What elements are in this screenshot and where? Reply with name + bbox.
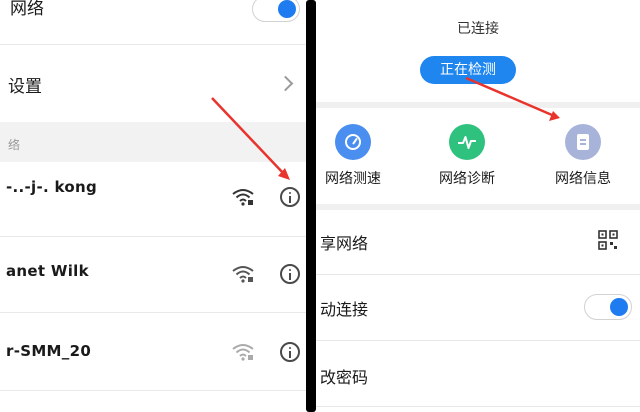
section-label: 络 (8, 138, 21, 152)
connection-status: 已连接 (457, 21, 499, 37)
screenshot-divider (306, 0, 316, 412)
network-info-button[interactable]: 网络信息 (538, 124, 628, 188)
settings-label: 设置 (8, 77, 42, 97)
share-network-label: 享网络 (320, 234, 369, 253)
toggle-knob (610, 298, 628, 316)
network-ssid: anet Wilk (6, 262, 89, 280)
divider-line (0, 390, 310, 391)
qr-code-icon[interactable] (598, 230, 618, 250)
wifi-settings-panel: 网络 设置 络 -..-j-. kong anet Wilk r-SMM_20 (0, 0, 310, 412)
wifi-locked-icon (232, 344, 254, 361)
wifi-locked-icon (232, 189, 254, 206)
divider-line (0, 44, 310, 45)
info-icon[interactable] (280, 187, 300, 207)
divider-line (316, 340, 640, 341)
network-ssid: -..-j-. kong (6, 178, 98, 196)
wlan-toggle[interactable] (252, 0, 300, 22)
speedometer-icon (335, 124, 371, 160)
diagnosis-button[interactable]: 网络诊断 (422, 124, 512, 188)
available-networks-header (0, 122, 310, 162)
speed-test-button[interactable]: 网络测速 (316, 124, 398, 188)
info-icon[interactable] (280, 264, 300, 284)
detecting-button[interactable]: 正在检测 (420, 56, 516, 84)
network-toggle-label: 网络 (10, 0, 44, 19)
toggle-knob (278, 0, 296, 18)
wifi-locked-icon (232, 266, 254, 283)
network-ssid: r-SMM_20 (6, 342, 92, 360)
diagnosis-label: 网络诊断 (439, 171, 495, 187)
info-icon[interactable] (280, 342, 300, 362)
network-info-label: 网络信息 (555, 171, 611, 187)
speed-test-label: 网络测速 (325, 171, 381, 187)
section-divider (316, 204, 640, 210)
divider-line (316, 274, 640, 275)
pulse-icon (449, 124, 485, 160)
chevron-right-icon (277, 75, 294, 92)
divider-line (0, 236, 310, 237)
network-detail-panel: 已连接 正在检测 网络测速 网络诊断 网络信息 享网络 动连接 改密码 (316, 0, 640, 412)
auto-connect-label: 动连接 (320, 300, 369, 319)
auto-connect-toggle[interactable] (584, 294, 632, 320)
section-divider (316, 102, 640, 108)
document-icon (565, 124, 601, 160)
change-password-label: 改密码 (320, 368, 369, 387)
divider-line (316, 406, 640, 407)
divider-line (0, 312, 310, 313)
